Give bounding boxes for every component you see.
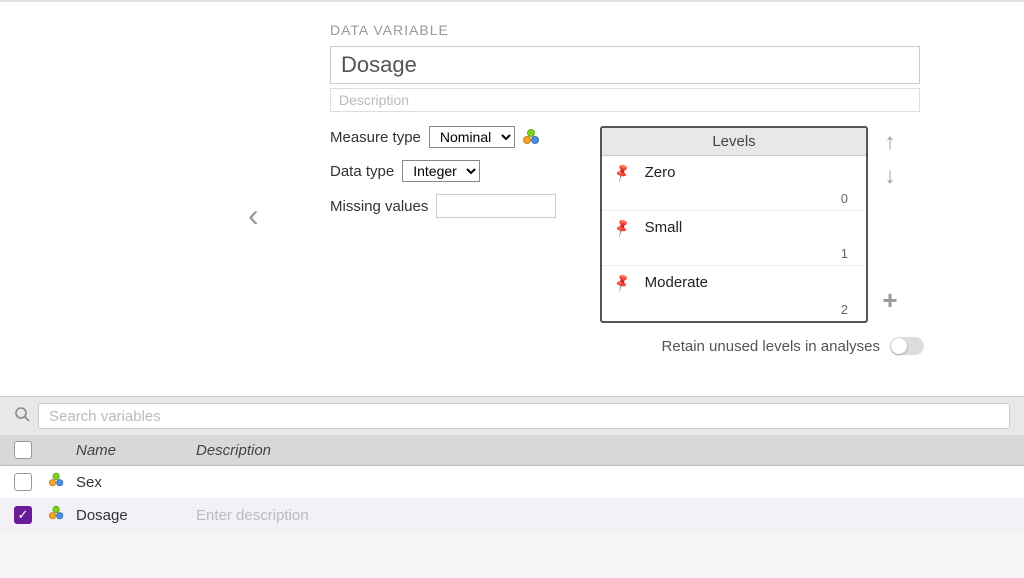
pin-icon: 📌 <box>611 272 633 294</box>
level-item[interactable]: 📌 Moderate 2 <box>602 266 866 321</box>
retain-unused-toggle[interactable] <box>890 337 924 355</box>
level-value: 0 <box>841 191 848 206</box>
pin-icon: 📌 <box>611 162 633 184</box>
select-all-checkbox[interactable] <box>14 441 32 459</box>
nominal-icon <box>49 506 65 520</box>
column-desc-header: Description <box>196 442 1010 459</box>
add-level-button[interactable]: + <box>876 286 904 314</box>
data-type-select[interactable]: Integer <box>402 160 480 182</box>
levels-header: Levels <box>602 128 866 156</box>
level-label: Moderate <box>645 274 708 291</box>
row-checkbox[interactable]: ✓ <box>14 506 32 524</box>
variable-name-input[interactable] <box>330 46 920 84</box>
missing-values-label: Missing values <box>330 198 428 215</box>
variable-name-cell: Sex <box>76 474 196 491</box>
variable-name-cell: Dosage <box>76 507 196 524</box>
variable-row[interactable]: ✓ Dosage Enter description <box>0 499 1024 532</box>
variables-table-header: Name Description <box>0 435 1024 466</box>
editor-content: DATA VARIABLE Measure type Nominal Data … <box>330 22 940 355</box>
measure-type-label: Measure type <box>330 129 421 146</box>
collapse-chevron-left-icon[interactable]: ‹ <box>248 197 259 234</box>
level-label: Zero <box>645 164 676 181</box>
variable-row[interactable]: Sex <box>0 466 1024 499</box>
nominal-icon <box>49 473 65 487</box>
pin-icon: 📌 <box>611 217 633 239</box>
level-item[interactable]: 📌 Zero 0 <box>602 156 866 211</box>
type-controls: Measure type Nominal Data type Integer M… <box>330 126 580 323</box>
level-buttons: ↑ ↓ + <box>876 126 904 323</box>
move-up-button[interactable]: ↑ <box>876 128 904 156</box>
search-input[interactable] <box>38 403 1010 429</box>
variable-description-input[interactable] <box>330 88 920 112</box>
section-title: DATA VARIABLE <box>330 22 940 38</box>
levels-box: Levels 📌 Zero 0 📌 Small 1 <box>600 126 868 323</box>
missing-values-input[interactable] <box>436 194 556 218</box>
data-type-label: Data type <box>330 163 394 180</box>
levels-area: Levels 📌 Zero 0 📌 Small 1 <box>600 126 904 323</box>
nominal-icon <box>523 129 541 145</box>
search-icon <box>14 406 30 427</box>
variable-editor-panel: ‹ DATA VARIABLE Measure type Nominal Dat… <box>0 0 1024 396</box>
row-checkbox[interactable] <box>14 473 32 491</box>
move-down-button[interactable]: ↓ <box>876 162 904 190</box>
measure-type-select[interactable]: Nominal <box>429 126 515 148</box>
column-name-header: Name <box>76 442 196 459</box>
search-bar <box>0 396 1024 435</box>
level-label: Small <box>645 219 683 236</box>
variable-desc-cell: Enter description <box>196 507 1010 524</box>
level-value: 1 <box>841 246 848 261</box>
retain-row: Retain unused levels in analyses <box>330 337 940 355</box>
retain-unused-label: Retain unused levels in analyses <box>662 338 880 355</box>
levels-list[interactable]: 📌 Zero 0 📌 Small 1 📌 Moderate 2 <box>602 156 866 321</box>
level-value: 2 <box>841 302 848 317</box>
level-item[interactable]: 📌 Small 1 <box>602 211 866 266</box>
